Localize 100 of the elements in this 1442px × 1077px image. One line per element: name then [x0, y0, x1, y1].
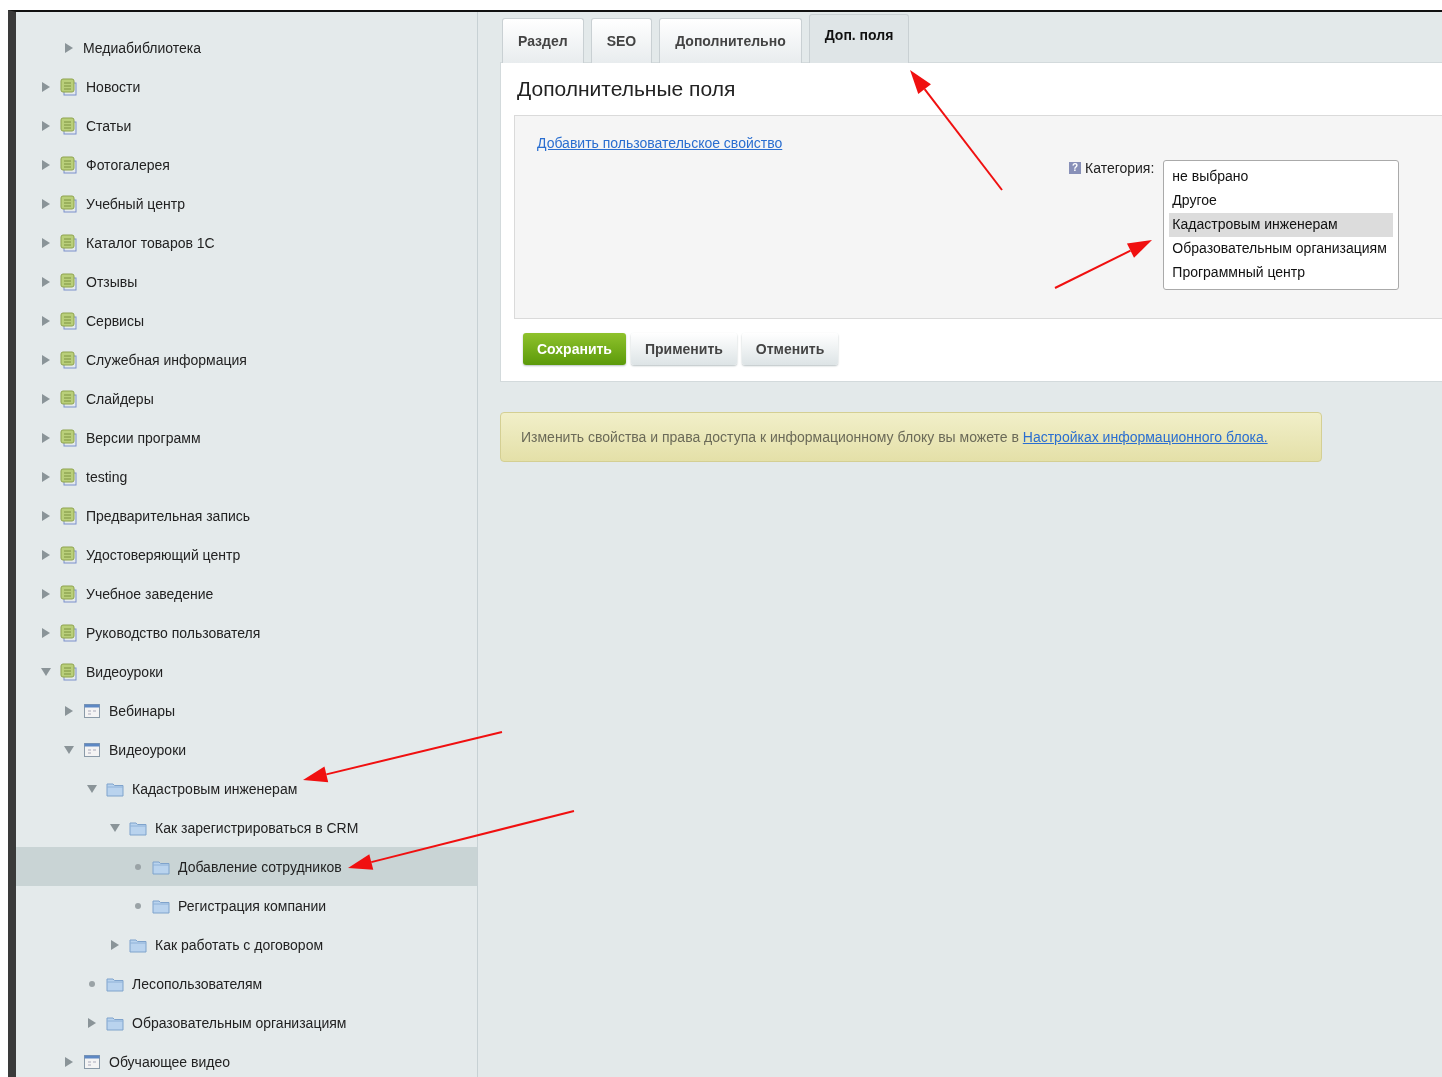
list-icon [60, 584, 78, 603]
tree-item-label: Лесопользователям [132, 975, 263, 992]
expand-arrow-icon[interactable] [42, 276, 50, 287]
collapse-arrow-icon[interactable] [110, 823, 120, 832]
calendar-icon [83, 740, 101, 759]
calendar-icon [83, 1052, 101, 1071]
list-icon [60, 311, 78, 330]
collapse-arrow-icon[interactable] [87, 784, 97, 793]
expand-arrow-icon[interactable] [42, 237, 50, 248]
expand-arrow-icon[interactable] [65, 1056, 73, 1067]
tree-item-label: Предварительная запись [86, 507, 251, 524]
tree-item-label: Кадастровым инженерам [132, 780, 298, 797]
expand-arrow-icon[interactable] [42, 354, 50, 365]
list-option[interactable]: Образовательным организациям [1169, 237, 1394, 261]
tree-row[interactable]: Видеоуроки [16, 730, 477, 769]
list-option[interactable]: Кадастровым инженерам [1169, 213, 1394, 237]
tree-row[interactable]: Регистрация компании [16, 886, 477, 925]
list-option[interactable]: Другое [1169, 189, 1394, 213]
tree-row[interactable]: Служебная информация [16, 340, 477, 379]
tree-row[interactable]: Обучающее видео [16, 1042, 477, 1077]
list-icon [60, 506, 78, 525]
list-option[interactable]: не выбрано [1169, 165, 1394, 189]
tree-row[interactable]: Кадастровым инженерам [16, 769, 477, 808]
expand-arrow-icon[interactable] [42, 588, 50, 599]
list-icon [60, 116, 78, 135]
list-icon [60, 272, 78, 291]
tree-item-label: Новости [86, 78, 141, 95]
list-icon [60, 233, 78, 252]
list-icon [60, 155, 78, 174]
expand-arrow-icon[interactable] [42, 81, 50, 92]
tree-row[interactable]: Как зарегистрироваться в CRM [16, 808, 477, 847]
list-icon [60, 662, 78, 681]
action-button[interactable]: Применить [630, 333, 737, 365]
expand-arrow-icon[interactable] [42, 393, 50, 404]
tree-row[interactable]: Новости [16, 67, 477, 106]
tree-row[interactable]: Руководство пользователя [16, 613, 477, 652]
tree-row[interactable]: Как работать с договором [16, 925, 477, 964]
expand-arrow-icon[interactable] [42, 471, 50, 482]
list-icon [60, 428, 78, 447]
collapse-arrow-icon[interactable] [41, 667, 51, 676]
expand-arrow-icon[interactable] [88, 1017, 96, 1028]
tree-row[interactable]: Версии программ [16, 418, 477, 457]
tree-item-label: Слайдеры [86, 390, 154, 407]
bullet-icon [135, 902, 141, 909]
expand-arrow-icon[interactable] [42, 432, 50, 443]
expand-arrow-icon[interactable] [42, 510, 50, 521]
tree-row[interactable]: Медиабиблиотека [16, 28, 477, 67]
list-icon [60, 623, 78, 642]
tree-row[interactable]: Удостоверяющий центр [16, 535, 477, 574]
add-property-link[interactable]: Добавить пользовательское свойство [537, 135, 783, 151]
expand-arrow-icon[interactable] [65, 42, 73, 53]
tree-row[interactable]: testing [16, 457, 477, 496]
expand-arrow-icon[interactable] [42, 159, 50, 170]
tree-item-label: testing [86, 468, 128, 485]
list-icon [60, 77, 78, 96]
tree-item-label: Каталог товаров 1С [86, 234, 215, 251]
collapse-arrow-icon[interactable] [64, 745, 74, 754]
tree-item-label: Видеоуроки [86, 663, 164, 680]
tree-row[interactable]: Лесопользователям [16, 964, 477, 1003]
expand-arrow-icon[interactable] [65, 705, 73, 716]
tab[interactable]: Раздел [502, 18, 584, 63]
tree-row[interactable]: Фотогалерея [16, 145, 477, 184]
action-button[interactable]: Отменить [741, 333, 839, 365]
selected-tree-row[interactable]: Добавление сотрудников [16, 847, 477, 886]
tree-item-label: Служебная информация [86, 351, 247, 368]
list-option[interactable]: Программный центр [1169, 261, 1394, 285]
tree-item-label: Медиабиблиотека [83, 39, 202, 56]
tree-row[interactable]: Сервисы [16, 301, 477, 340]
tree-row[interactable]: Вебинары [16, 691, 477, 730]
expand-arrow-icon[interactable] [42, 627, 50, 638]
list-icon [60, 350, 78, 369]
tree-row[interactable]: Образовательным организациям [16, 1003, 477, 1042]
expand-arrow-icon[interactable] [42, 315, 50, 326]
tree-row[interactable]: Каталог товаров 1С [16, 223, 477, 262]
settings-link[interactable]: Настройках информационного блока. [1022, 429, 1268, 445]
tree-item-label: Вебинары [109, 702, 176, 719]
info-notice: Изменить свойства и права доступа к информационному блоку вы можете в Настройках информационного блока. [500, 412, 1322, 462]
tree-row[interactable]: Слайдеры [16, 379, 477, 418]
tree-row[interactable]: Отзывы [16, 262, 477, 301]
tab[interactable]: Доп. поля [808, 14, 910, 63]
tree-item-label: Статьи [86, 117, 132, 134]
tree-item-label: Регистрация компании [178, 897, 327, 914]
tree-row[interactable]: Видеоуроки [16, 652, 477, 691]
help-icon: ? [1069, 162, 1081, 174]
list-icon [60, 467, 78, 486]
tree-row[interactable]: Учебный центр [16, 184, 477, 223]
tab[interactable]: Дополнительно [659, 18, 802, 63]
expand-arrow-icon[interactable] [42, 120, 50, 131]
tree-row[interactable]: Учебное заведение [16, 574, 477, 613]
tree-item-label: Учебный центр [86, 195, 185, 212]
bullet-icon [135, 863, 141, 870]
tree-item-label: Как работать с договором [155, 936, 324, 953]
expand-arrow-icon[interactable] [42, 198, 50, 209]
tree-row[interactable]: Предварительная запись [16, 496, 477, 535]
tree-row[interactable]: Статьи [16, 106, 477, 145]
list-icon [60, 389, 78, 408]
expand-arrow-icon[interactable] [42, 549, 50, 560]
expand-arrow-icon[interactable] [111, 939, 119, 950]
tab[interactable]: SEO [590, 18, 653, 63]
category-listbox[interactable]: не выбрано Другое Кадастровым инженерам Образовательным организациям Программный центр [1163, 160, 1400, 290]
